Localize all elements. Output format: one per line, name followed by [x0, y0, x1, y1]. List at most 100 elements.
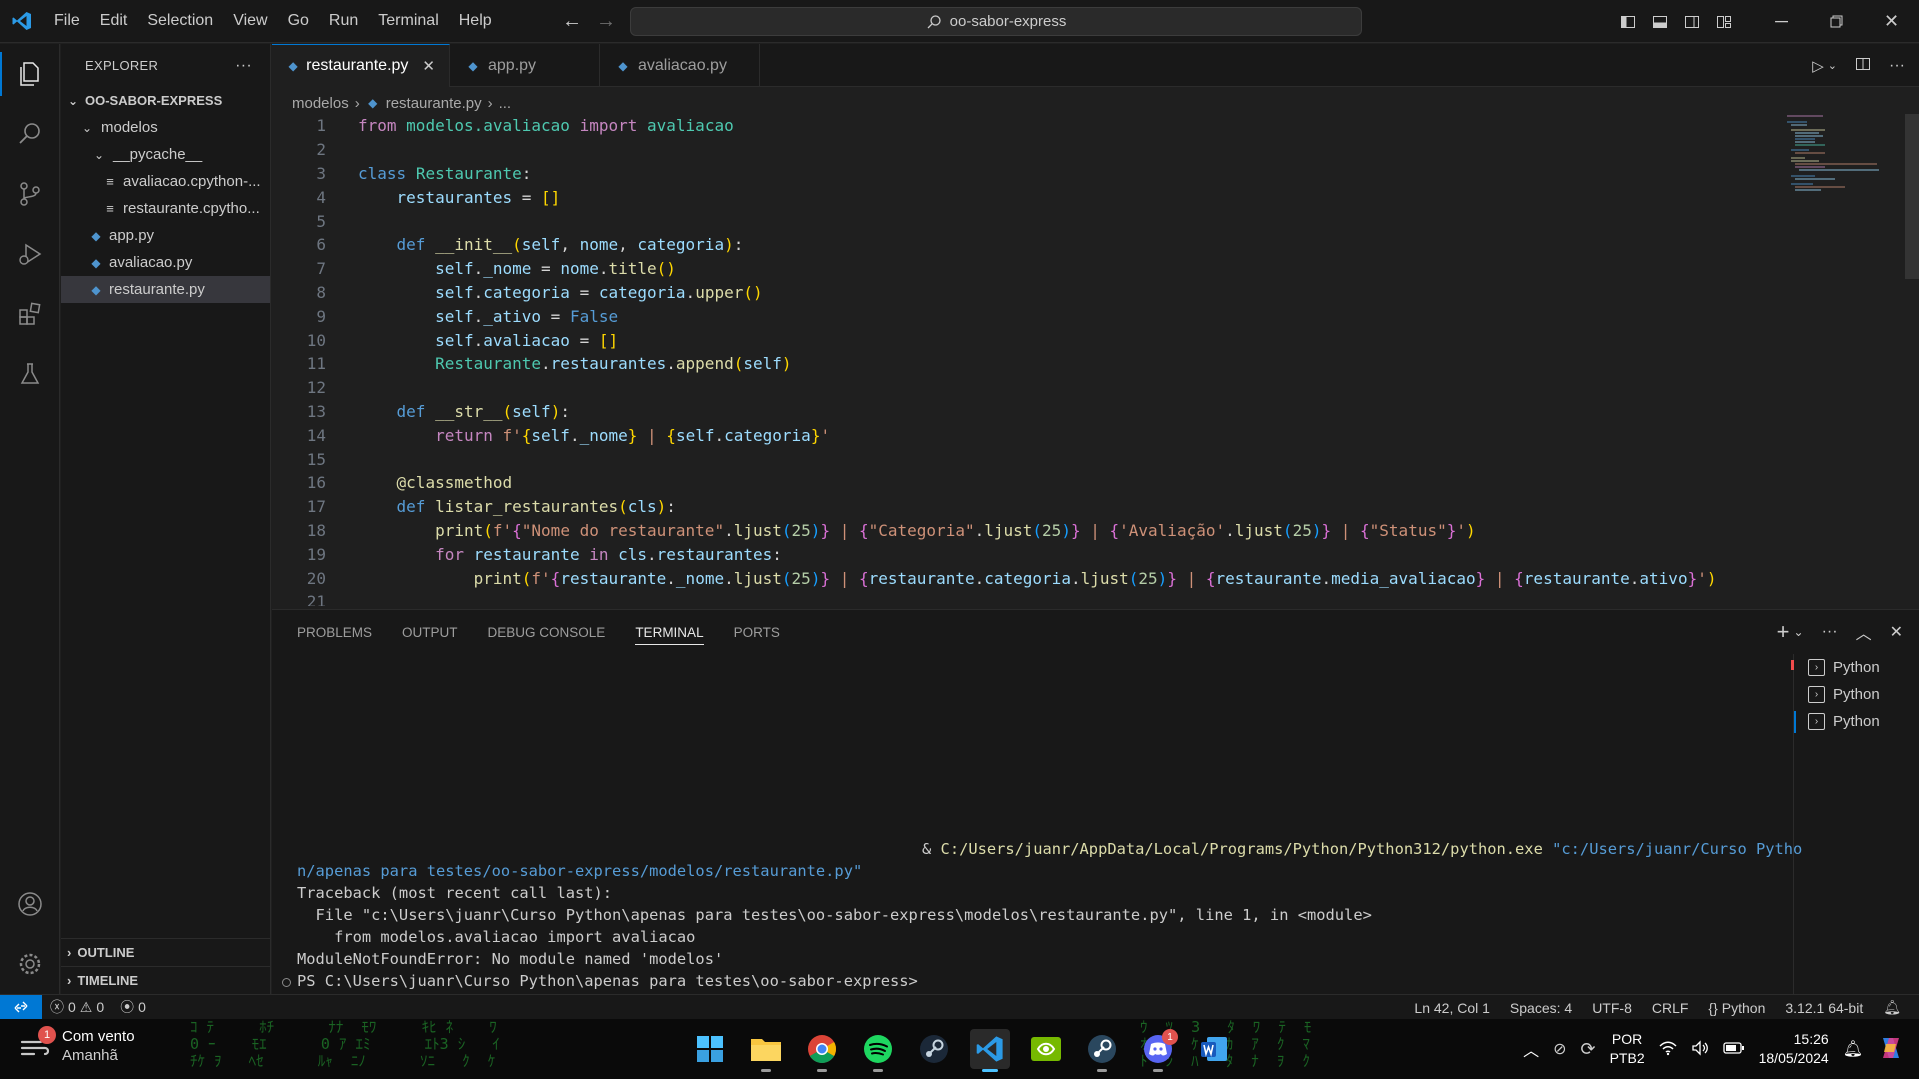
split-editor-icon[interactable]	[1855, 56, 1871, 76]
menu-edit[interactable]: Edit	[90, 0, 138, 43]
language-mode[interactable]: {} Python	[1700, 1000, 1773, 1016]
toggle-secondary-sidebar-icon[interactable]	[1676, 0, 1708, 43]
more-editor-actions-icon[interactable]: ···	[1889, 57, 1905, 75]
input-language[interactable]: POR PTB2	[1610, 1030, 1645, 1068]
explorer-icon[interactable]	[0, 44, 60, 104]
maximize-panel-chevron-up-icon[interactable]: ︿	[1856, 620, 1872, 644]
python-interpreter[interactable]: 3.12.1 64-bit	[1777, 1000, 1871, 1016]
word-icon[interactable]	[1194, 1029, 1234, 1069]
run-dropdown-chevron-icon[interactable]: ⌄	[1828, 59, 1837, 72]
nvidia-icon[interactable]	[1026, 1029, 1066, 1069]
line-number: 15	[306, 449, 326, 469]
chrome-icon[interactable]	[802, 1029, 842, 1072]
search-view-icon[interactable]	[0, 104, 60, 164]
tab-avaliacao-py[interactable]: ◆ avaliacao.py	[600, 44, 760, 87]
more-panel-actions-icon[interactable]: ···	[1822, 623, 1838, 641]
minimap[interactable]	[1785, 114, 1881, 204]
tree-file-restaurante-py[interactable]: ◆ restaurante.py	[61, 276, 270, 303]
battery-icon[interactable]	[1722, 1041, 1745, 1058]
breadcrumb-folder[interactable]: modelos	[292, 95, 349, 112]
tree-file-avaliacao-py[interactable]: ◆ avaliacao.py	[61, 249, 270, 276]
show-hidden-icons-chevron-icon[interactable]: ︿	[1523, 1037, 1539, 1061]
remote-window-icon[interactable]	[0, 994, 42, 1020]
menu-view[interactable]: View	[223, 0, 277, 43]
volume-icon[interactable]	[1691, 1039, 1709, 1059]
editor-scrollbar[interactable]	[1905, 114, 1919, 279]
tree-file-app-py[interactable]: ◆ app.py	[61, 222, 270, 249]
menu-go[interactable]: Go	[278, 0, 319, 43]
run-debug-icon[interactable]	[0, 224, 60, 284]
terminal-item[interactable]: › Python	[1794, 681, 1919, 708]
back-arrow-icon[interactable]: ←	[555, 10, 589, 33]
extensions-icon[interactable]	[0, 284, 60, 344]
tab-output[interactable]: OUTPUT	[402, 625, 458, 640]
tab-ports[interactable]: PORTS	[734, 625, 780, 640]
toggle-primary-sidebar-icon[interactable]	[1612, 0, 1644, 43]
tab-app-py[interactable]: ◆ app.py	[450, 44, 600, 87]
breadcrumb-file[interactable]: restaurante.py	[386, 95, 482, 112]
breadcrumb-more[interactable]: ...	[499, 95, 512, 112]
forward-arrow-icon[interactable]: →	[589, 10, 623, 33]
close-window-icon[interactable]: ✕	[1864, 0, 1919, 43]
steam-alt-icon[interactable]	[1082, 1029, 1122, 1072]
source-control-icon[interactable]	[0, 164, 60, 224]
more-actions-icon[interactable]: ···	[235, 57, 252, 75]
outline-section[interactable]: › OUTLINE	[61, 938, 271, 966]
restore-icon[interactable]	[1809, 0, 1864, 43]
terminal-item[interactable]: › Python	[1794, 654, 1919, 681]
tab-terminal[interactable]: TERMINAL	[635, 620, 704, 645]
terminal-line: File "c:\Users\juanr\Curso Python\apenas…	[297, 906, 1372, 924]
accounts-icon[interactable]	[0, 874, 60, 934]
menu-file[interactable]: File	[44, 0, 90, 43]
tab-problems[interactable]: PROBLEMS	[297, 625, 372, 640]
terminal-item[interactable]: › Python	[1794, 708, 1919, 735]
steam-icon[interactable]	[914, 1029, 954, 1069]
notification-center-icon[interactable]: 🔔︎	[1843, 1039, 1863, 1059]
camera-off-icon[interactable]: ⊘	[1553, 1039, 1566, 1059]
tab-debug-console[interactable]: DEBUG CONSOLE	[488, 625, 606, 640]
indentation[interactable]: Spaces: 4	[1502, 1000, 1580, 1016]
end-of-line[interactable]: CRLF	[1644, 1000, 1697, 1016]
close-panel-icon[interactable]: ✕	[1890, 622, 1903, 642]
testing-icon[interactable]	[0, 344, 60, 404]
tree-folder-modelos[interactable]: ⌄ modelos	[61, 114, 270, 141]
terminal-output[interactable]: & C:/Users/juanr/AppData/Local/Programs/…	[297, 838, 1802, 992]
customize-layout-icon[interactable]	[1708, 0, 1740, 43]
terminal-dropdown-chevron-icon[interactable]: ⌄	[1794, 625, 1804, 639]
new-terminal-plus-icon[interactable]: +	[1777, 619, 1790, 645]
sync-icon[interactable]: ⟳	[1581, 1039, 1596, 1060]
ports-status[interactable]: ⦿ 0	[112, 997, 154, 1017]
menu-run[interactable]: Run	[319, 0, 368, 43]
clock[interactable]: 15:26 18/05/2024	[1759, 1030, 1829, 1068]
run-python-file-icon[interactable]: ▷	[1812, 57, 1824, 75]
menu-terminal[interactable]: Terminal	[368, 0, 448, 43]
vscode-taskbar-icon[interactable]	[970, 1029, 1010, 1072]
windows-start-icon[interactable]	[690, 1029, 730, 1069]
tree-file-restaurante-pyc[interactable]: ≡ restaurante.cpytho...	[61, 195, 270, 222]
tree-file-avaliacao-pyc[interactable]: ≡ avaliacao.cpython-...	[61, 168, 270, 195]
code-token: .	[541, 354, 551, 374]
code-editor[interactable]: 1 from modelos.avaliacao import avaliacao…	[272, 114, 1792, 606]
tab-restaurante-py[interactable]: ◆ restaurante.py ✕	[272, 44, 450, 87]
notifications-bell-icon[interactable]: 🔔︎	[1875, 999, 1909, 1016]
explorer-root-folder[interactable]: ⌄ OO-SABOR-EXPRESS	[61, 87, 270, 114]
wifi-icon[interactable]	[1659, 1040, 1677, 1059]
spotify-icon[interactable]	[858, 1029, 898, 1072]
problems-status[interactable]: ⓧ 0 ⚠ 0	[42, 997, 112, 1017]
cursor-position[interactable]: Ln 42, Col 1	[1406, 1000, 1498, 1016]
command-decoration-icon[interactable]	[282, 978, 291, 987]
file-explorer-icon[interactable]	[746, 1029, 786, 1072]
menu-help[interactable]: Help	[449, 0, 502, 43]
menu-selection[interactable]: Selection	[137, 0, 223, 43]
command-center-search[interactable]: oo-sabor-express	[630, 7, 1362, 36]
encoding[interactable]: UTF-8	[1584, 1000, 1640, 1016]
timeline-section[interactable]: › TIMELINE	[61, 966, 271, 994]
weather-widget[interactable]: 1 Com vento Amanhã	[18, 1026, 135, 1065]
settings-gear-icon[interactable]	[0, 934, 60, 994]
minimize-icon[interactable]: ─	[1754, 0, 1809, 43]
tree-folder-pycache[interactable]: ⌄ __pycache__	[61, 141, 270, 168]
close-tab-icon[interactable]: ✕	[422, 57, 435, 75]
copilot-icon[interactable]	[1877, 1034, 1905, 1065]
toggle-panel-icon[interactable]	[1644, 0, 1676, 43]
discord-icon[interactable]: 1	[1138, 1029, 1178, 1072]
